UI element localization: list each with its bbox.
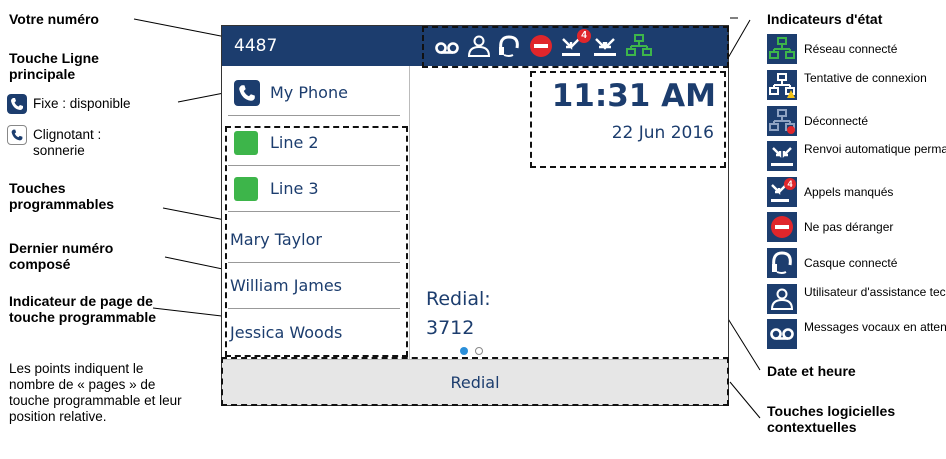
annotation-last-dialed: Dernier numéro composé	[9, 240, 114, 272]
annotation-main-line-key: Touche Ligne principale	[9, 50, 99, 82]
phone-icon	[234, 80, 260, 106]
legend-label: Renvoi automatique permanent	[804, 142, 946, 156]
status-indicators-highlight	[422, 26, 729, 68]
connection-attempt-icon	[767, 70, 797, 100]
voicemail-icon	[767, 319, 797, 349]
headset-icon	[767, 248, 797, 278]
redial-label: Redial:	[426, 288, 491, 310]
legend-label: Casque connecté	[804, 256, 898, 270]
annotation-your-number: Votre numéro	[9, 11, 99, 27]
phone-number: 4487	[234, 36, 278, 56]
programmable-keys-highlight	[225, 126, 408, 357]
network-connected-icon	[767, 34, 797, 64]
disconnected-icon	[767, 106, 797, 136]
annotation-fixed-available: Fixe : disponible	[33, 96, 131, 111]
page-indicator-dot	[475, 347, 483, 355]
do-not-disturb-icon	[767, 212, 797, 242]
date-time-highlight	[530, 71, 726, 168]
call-forward-icon	[767, 141, 797, 171]
line-key-label: My Phone	[270, 83, 348, 102]
redial-number: 3712	[426, 317, 475, 339]
legend-label: Appels manqués	[804, 185, 894, 199]
annotation-status-indicators: Indicateurs d'état	[767, 11, 883, 27]
annotation-context-softkeys: Touches logicielles contextuelles	[767, 403, 896, 435]
line-key-my-phone[interactable]: My Phone	[228, 70, 400, 116]
legend-label: Réseau connecté	[804, 42, 898, 56]
legend-label: Utilisateur d'assistance technique	[804, 285, 946, 299]
legend-label: Messages vocaux en attente	[804, 320, 946, 334]
annotation-blinking-ringing: Clignotant : sonnerie	[33, 127, 102, 158]
annotation-date-time: Date et heure	[767, 363, 856, 379]
legend-label: Déconnecté	[804, 114, 869, 128]
missed-calls-legend-badge: 4	[787, 179, 793, 189]
legend-label: Ne pas déranger	[804, 220, 894, 234]
phone-icon-blinking	[7, 125, 27, 145]
page-indicator-dot-active	[460, 347, 468, 355]
softkeys-highlight	[221, 357, 729, 406]
legend-label: Tentative de connexion	[804, 71, 927, 85]
phone-icon-fixed	[7, 94, 27, 114]
annotation-programmable-keys: Touches programmables	[9, 180, 115, 212]
tech-support-user-icon	[767, 284, 797, 314]
annotation-page-indicator-desc: Les points indiquent le nombre de « page…	[9, 361, 182, 424]
annotation-page-indicator-title: Indicateur de page de touche programmabl…	[9, 293, 157, 325]
